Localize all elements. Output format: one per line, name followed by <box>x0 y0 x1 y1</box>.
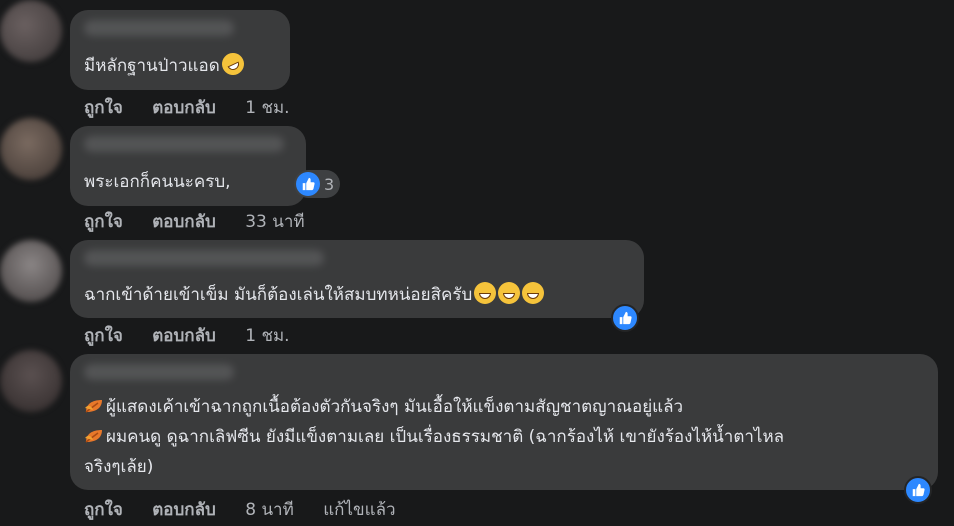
edited-label: แก้ไขแล้ว <box>323 500 396 520</box>
comment-text: พระเอกก็คนนะครบ, <box>84 172 231 192</box>
commenter-name-blurred[interactable] <box>84 136 284 152</box>
reply-link[interactable]: ตอบกลับ <box>152 94 216 121</box>
avatar[interactable] <box>0 240 62 302</box>
like-link[interactable]: ถูกใจ <box>84 322 123 349</box>
commenter-name-blurred[interactable] <box>84 20 234 36</box>
avatar[interactable] <box>0 0 62 62</box>
comment-text-line: ผมคนดู ดูฉากเลิฟซีน ยังมีแข็งตามเลย เป็น… <box>84 424 784 450</box>
commenter-name-blurred[interactable] <box>84 364 234 380</box>
timestamp[interactable]: 1 ชม. <box>245 322 289 349</box>
like-link[interactable]: ถูกใจ <box>84 208 123 235</box>
comment-bubble: ผู้แสดงเค้าเข้าฉากถูกเนื้อต้องตัวกันจริง… <box>70 354 938 490</box>
comment-text: มีหลักฐานป่าวแอด <box>84 49 248 79</box>
grinning-emoji-icon <box>474 282 497 304</box>
grinning-emoji-icon <box>522 282 545 304</box>
reply-link[interactable]: ตอบกลับ <box>152 208 216 235</box>
comment-actions: ถูกใจ ตอบกลับ 1 ชม. <box>84 94 290 121</box>
comment-text-line: จริงๆเล้ย) <box>84 457 154 477</box>
autumn-leaf-icon <box>85 400 102 413</box>
reply-link[interactable]: ตอบกลับ <box>152 496 216 523</box>
comment-bubble: พระเอกก็คนนะครบ, <box>70 126 306 206</box>
comment-text-line: ผู้แสดงเค้าเข้าฉากถูกเนื้อต้องตัวกันจริง… <box>84 394 683 420</box>
like-thumb-icon[interactable] <box>904 476 932 504</box>
comment-bubble: ฉากเข้าด้ายเข้าเข็ม มันก็ต้องเล่นให้สมบท… <box>70 240 644 318</box>
like-thumb-icon[interactable] <box>611 304 639 332</box>
commenter-name-blurred[interactable] <box>84 250 324 266</box>
comment-actions: ถูกใจ ตอบกลับ 8 นาที แก้ไขแล้ว <box>84 496 396 523</box>
autumn-leaf-icon <box>85 430 102 443</box>
grinning-emoji-icon <box>498 282 521 304</box>
comment-actions: ถูกใจ ตอบกลับ 1 ชม. <box>84 322 290 349</box>
timestamp[interactable]: 8 นาที <box>245 496 294 523</box>
timestamp[interactable]: 1 ชม. <box>245 94 289 121</box>
reply-link[interactable]: ตอบกลับ <box>152 322 216 349</box>
timestamp[interactable]: 33 นาที <box>245 208 304 235</box>
comment-actions: ถูกใจ ตอบกลับ 33 นาที <box>84 208 305 235</box>
comment-text: ฉากเข้าด้ายเข้าเข็ม มันก็ต้องเล่นให้สมบท… <box>84 282 545 308</box>
like-link[interactable]: ถูกใจ <box>84 94 123 121</box>
like-thumb-icon <box>296 172 320 196</box>
reaction-summary[interactable]: 3 <box>294 170 341 198</box>
avatar[interactable] <box>0 118 62 180</box>
avatar[interactable] <box>0 350 62 412</box>
like-link[interactable]: ถูกใจ <box>84 496 123 523</box>
reaction-count: 3 <box>324 174 335 194</box>
rolling-laughing-emoji-icon <box>218 49 248 79</box>
comment-bubble: มีหลักฐานป่าวแอด <box>70 10 290 90</box>
